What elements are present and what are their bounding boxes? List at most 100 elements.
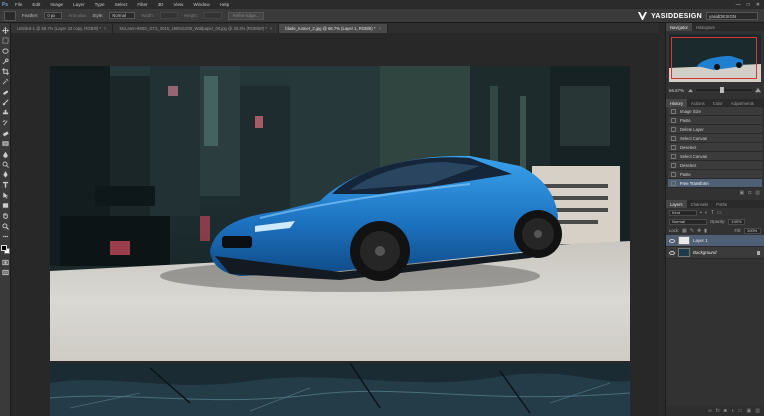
zoom-out-icon[interactable] xyxy=(688,88,693,93)
move-tool-icon[interactable] xyxy=(1,27,9,34)
refine-edge-button[interactable]: Refine Edge... xyxy=(227,11,265,20)
style-select[interactable]: Normal xyxy=(109,12,136,19)
more-tools-icon[interactable] xyxy=(2,233,9,240)
close-icon[interactable]: × xyxy=(379,26,381,31)
crop-tool-icon[interactable] xyxy=(1,68,9,76)
maximize-button[interactable]: □ xyxy=(747,2,750,8)
history-item[interactable]: Select Canvas xyxy=(668,152,762,161)
adjustment-layer-icon[interactable]: ◑ xyxy=(731,408,734,414)
close-icon[interactable]: × xyxy=(104,26,106,31)
layer-row-layer-1[interactable]: Layer 1 xyxy=(666,235,764,247)
trash-icon[interactable]: ▥ xyxy=(755,190,760,196)
new-snapshot-icon[interactable]: ◘ xyxy=(748,190,751,196)
menu-edit[interactable]: Edit xyxy=(27,2,45,7)
delete-layer-icon[interactable]: ▥ xyxy=(755,408,760,414)
menu-type[interactable]: Type xyxy=(90,2,110,7)
rectangle-tool-icon[interactable] xyxy=(2,202,9,209)
pen-tool-icon[interactable] xyxy=(2,171,9,178)
layer-name[interactable]: Background xyxy=(693,250,716,255)
history-item-active[interactable]: Free Transform xyxy=(668,179,762,188)
history-item[interactable]: Image Size xyxy=(668,107,762,116)
quick-mask-icon[interactable] xyxy=(1,259,9,266)
blend-mode-select[interactable]: Normal xyxy=(669,218,707,225)
filter-shape-icon[interactable]: ▭ xyxy=(717,210,722,216)
lock-all-icon[interactable]: ▮ xyxy=(704,228,707,234)
menu-layer[interactable]: Layer xyxy=(68,2,90,7)
path-selection-tool-icon[interactable] xyxy=(2,192,9,199)
zoom-slider[interactable] xyxy=(696,87,752,93)
opacity-input[interactable]: 100% xyxy=(728,218,746,225)
color-swatches[interactable] xyxy=(0,245,10,255)
lock-transparency-icon[interactable]: ▦ xyxy=(682,228,687,234)
visibility-eye-icon[interactable] xyxy=(669,250,675,255)
workspace-switcher[interactable]: yasidDESIGN xyxy=(706,12,758,20)
history-item[interactable]: Delete Layer xyxy=(668,125,762,134)
filter-pixel-icon[interactable]: ▪ xyxy=(700,210,702,216)
tab-color[interactable]: Color xyxy=(709,99,727,107)
feather-input[interactable]: 0 px xyxy=(44,12,63,19)
new-document-icon[interactable]: ▣ xyxy=(740,190,745,196)
zoom-value[interactable]: 66.67% xyxy=(669,88,685,93)
layer-name[interactable]: Layer 1 xyxy=(693,238,708,243)
lasso-tool-icon[interactable] xyxy=(1,48,9,55)
eyedropper-tool-icon[interactable] xyxy=(2,78,9,85)
layer-style-icon[interactable]: fx xyxy=(716,408,720,414)
lock-pixels-icon[interactable]: ✎ xyxy=(690,228,694,234)
history-item[interactable]: Deselect xyxy=(668,161,762,170)
doc-tab-blade-runner[interactable]: blade_runner_2.jpg @ 66.7% (Layer 1, RGB… xyxy=(279,24,389,33)
navigator-view-box[interactable] xyxy=(671,37,757,79)
history-item[interactable]: Paste xyxy=(668,116,762,125)
gradient-tool-icon[interactable] xyxy=(1,140,9,147)
zoom-slider-knob[interactable] xyxy=(719,87,724,93)
new-layer-icon[interactable]: ▣ xyxy=(747,408,752,414)
menu-view[interactable]: View xyxy=(168,2,188,7)
tab-layers[interactable]: Layers xyxy=(666,200,687,208)
zoom-tool-icon[interactable] xyxy=(1,223,9,230)
blur-tool-icon[interactable] xyxy=(2,151,9,158)
width-input[interactable] xyxy=(159,12,178,19)
link-layers-icon[interactable]: ∞ xyxy=(708,408,712,414)
doc-tab-mclaren[interactable]: McLaren-650S_GT3_2015_1600x1200_Wallpape… xyxy=(113,24,280,33)
screen-mode-icon[interactable] xyxy=(1,269,9,276)
lock-position-icon[interactable]: ✥ xyxy=(697,228,701,234)
navigator-thumbnail[interactable] xyxy=(669,34,761,82)
filter-type-icon[interactable]: T xyxy=(711,210,714,216)
layer-kind-filter[interactable]: Kind xyxy=(669,209,697,216)
tab-adjustments[interactable]: Adjustments xyxy=(727,99,758,107)
minimize-button[interactable]: — xyxy=(736,2,741,8)
new-group-icon[interactable]: ▭ xyxy=(738,408,743,414)
zoom-in-icon[interactable] xyxy=(755,87,761,93)
dodge-tool-icon[interactable] xyxy=(2,161,9,168)
document-canvas[interactable] xyxy=(50,66,630,361)
history-item[interactable]: Deselect xyxy=(668,143,762,152)
history-item[interactable]: Paste xyxy=(668,170,762,179)
brush-tool-icon[interactable] xyxy=(2,99,9,106)
tab-channels[interactable]: Channels xyxy=(687,200,713,208)
fill-input[interactable]: 100% xyxy=(744,227,761,234)
menu-filter[interactable]: Filter xyxy=(132,2,152,7)
tab-histogram[interactable]: Histogram xyxy=(692,23,719,31)
height-input[interactable] xyxy=(203,12,222,19)
menu-window[interactable]: Window xyxy=(188,2,214,7)
healing-brush-tool-icon[interactable] xyxy=(2,89,9,96)
tab-navigator[interactable]: Navigator xyxy=(666,23,692,31)
menu-file[interactable]: File xyxy=(10,2,27,7)
marquee-tool-icon[interactable] xyxy=(1,37,9,44)
add-mask-icon[interactable]: ◙ xyxy=(724,408,727,414)
antialias-checkbox[interactable]: Anti-alias xyxy=(68,13,86,18)
menu-3d[interactable]: 3D xyxy=(153,2,169,7)
history-brush-tool-icon[interactable] xyxy=(2,120,9,127)
menu-select[interactable]: Select xyxy=(110,2,133,7)
hand-tool-icon[interactable] xyxy=(2,212,9,220)
eraser-tool-icon[interactable] xyxy=(2,130,9,137)
close-icon[interactable]: × xyxy=(270,26,272,31)
history-item[interactable]: Select Canvas xyxy=(668,134,762,143)
close-button[interactable]: ✕ xyxy=(756,2,760,8)
tab-actions[interactable]: Actions xyxy=(687,99,709,107)
filter-adjustment-icon[interactable]: ◐ xyxy=(705,210,708,216)
tool-preset-picker[interactable] xyxy=(4,10,16,21)
menu-image[interactable]: Image xyxy=(45,2,68,7)
canvas-workspace[interactable] xyxy=(11,33,659,416)
doc-tab-untitled[interactable]: Untitled-1 @ 66.7% (Layer 23 copy, RGB/8… xyxy=(11,24,114,33)
type-tool-icon[interactable] xyxy=(2,181,9,189)
